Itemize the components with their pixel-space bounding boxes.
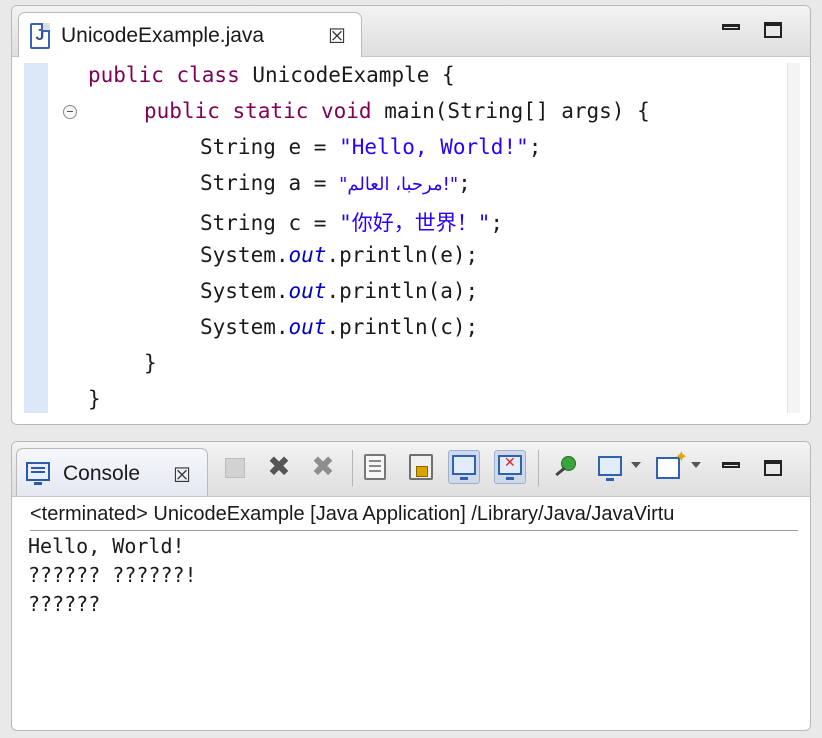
chevron-down-icon[interactable] (631, 462, 641, 468)
code-editor[interactable]: public class UnicodeExample { public sta… (12, 57, 810, 424)
code-field: out (288, 279, 327, 303)
editor-panel: J UnicodeExample.java ☒ public class Uni… (11, 5, 811, 425)
console-tab[interactable]: Console ☒ (16, 448, 208, 496)
code-line: System.out.println(e); (200, 243, 478, 267)
console-tab-bar: Console ☒ ✖ ✖ (12, 442, 810, 497)
code-line: String a = "!مرحبا، العالم"; (200, 171, 471, 195)
code-string: "Hello, World!" (339, 135, 529, 159)
open-console-icon[interactable] (656, 447, 688, 479)
fold-collapse-icon[interactable] (63, 105, 77, 119)
remove-all-terminated-icon[interactable]: ✖ (310, 453, 336, 481)
chevron-down-icon[interactable] (691, 462, 701, 468)
remove-launch-icon[interactable]: ✖ (266, 453, 292, 481)
show-console-on-stdout-button[interactable] (448, 450, 480, 484)
code-text: System. (200, 279, 289, 303)
code-text: .println(e); (326, 243, 479, 267)
code-text: ; (458, 171, 471, 195)
minimize-icon[interactable] (722, 24, 740, 30)
close-tab-icon[interactable]: ☒ (328, 26, 346, 46)
display-selected-console-icon[interactable] (598, 456, 622, 481)
code-line: String e = "Hello, World!"; (200, 135, 541, 159)
code-line: public static void main(String[] args) { (144, 99, 650, 123)
show-console-on-stdout-icon (452, 455, 476, 480)
console-monitor-icon (26, 462, 50, 485)
code-field: out (288, 315, 327, 339)
java-file-icon: J (30, 23, 50, 49)
code-text: System. (200, 315, 289, 339)
code-text: String c = (200, 211, 340, 235)
editor-tab-label: UnicodeExample.java (61, 24, 265, 47)
code-text: String a = (200, 171, 340, 195)
maximize-icon[interactable] (764, 22, 782, 38)
code-text: UnicodeExample { (252, 63, 455, 87)
console-tab-label: Console (63, 462, 141, 485)
toolbar-separator (352, 450, 353, 486)
show-console-on-stderr-button[interactable] (494, 450, 526, 484)
code-text: .println(c); (326, 315, 479, 339)
console-panel: Console ☒ ✖ ✖ <terminated> UnicodeExampl… (11, 441, 811, 731)
code-line: System.out.println(a); (200, 279, 478, 303)
code-text: main(String[] args) { (384, 99, 650, 123)
console-output-line: ?????? (28, 592, 101, 616)
maximize-icon[interactable] (764, 460, 782, 476)
overview-ruler (787, 63, 800, 413)
code-text: String e = (200, 135, 340, 159)
console-output-line: ?????? ??????! (28, 563, 197, 587)
editor-tab-bar: J UnicodeExample.java ☒ (12, 6, 810, 57)
terminate-icon[interactable] (225, 458, 245, 478)
console-output-line: Hello, World! (28, 534, 185, 558)
code-field: out (288, 243, 327, 267)
code-line: System.out.println(c); (200, 315, 478, 339)
close-tab-icon[interactable]: ☒ (173, 465, 191, 485)
show-console-on-stderr-icon (498, 455, 522, 480)
code-string: "!مرحبا، العالم" (339, 174, 459, 195)
code-text: .println(a); (326, 279, 479, 303)
console-launch-status: <terminated> UnicodeExample [Java Applic… (30, 500, 798, 531)
code-string: "你好，世界！" (339, 211, 491, 235)
code-text: System. (200, 243, 289, 267)
code-text: ; (490, 211, 504, 235)
pin-console-icon[interactable] (553, 454, 579, 480)
code-text: } (88, 387, 101, 411)
code-line: } (88, 387, 101, 411)
code-text: ; (528, 135, 542, 159)
minimize-icon[interactable] (722, 462, 740, 468)
toolbar-separator (538, 450, 539, 486)
line-marker-ruler (24, 63, 48, 413)
code-keyword: public class (88, 63, 253, 87)
code-line: String c = "你好，世界！"; (200, 207, 503, 237)
code-text: } (144, 351, 157, 375)
code-line: } (144, 351, 157, 375)
word-wrap-lock-icon[interactable] (409, 454, 433, 480)
code-keyword: public static void (144, 99, 385, 123)
scroll-lock-icon[interactable] (364, 454, 386, 480)
code-line: public class UnicodeExample { (88, 63, 455, 87)
editor-tab-unicode-example[interactable]: J UnicodeExample.java ☒ (18, 12, 362, 57)
